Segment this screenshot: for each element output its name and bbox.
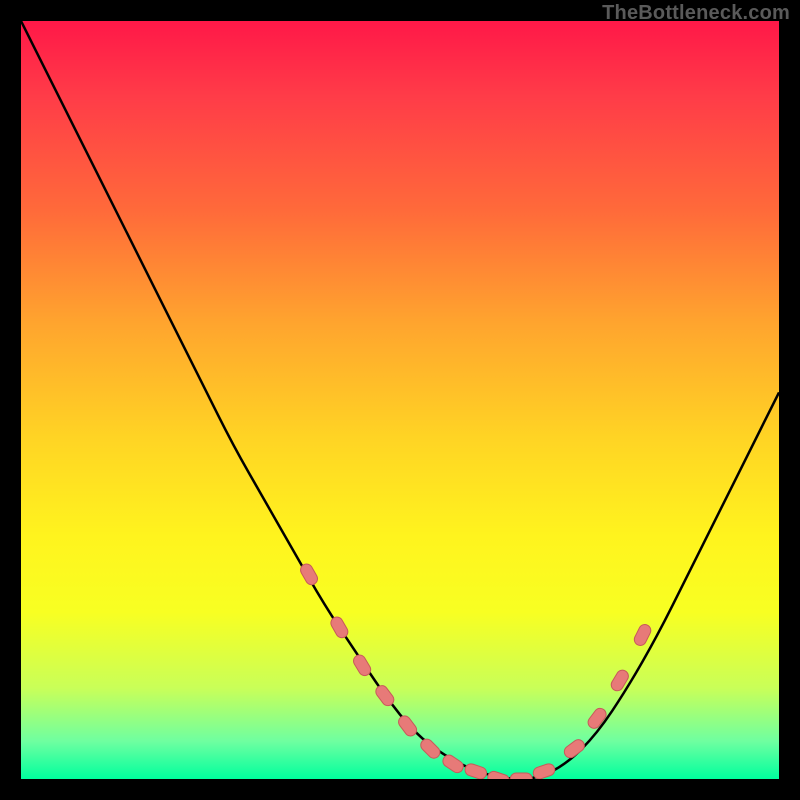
highlight-dot (562, 737, 587, 760)
bottleneck-curve (21, 21, 779, 779)
highlight-dot (418, 737, 442, 761)
chart-svg (21, 21, 779, 779)
watermark-text: TheBottleneck.com (602, 2, 790, 25)
highlight-dot (463, 762, 488, 779)
highlight-dot (532, 762, 557, 779)
highlight-dot (632, 622, 653, 647)
chart-plot-area (21, 21, 779, 779)
highlight-dot (510, 773, 532, 779)
highlight-dot (396, 714, 419, 739)
highlight-dot (329, 615, 350, 640)
highlight-dot (586, 706, 609, 731)
highlight-dot (486, 770, 511, 779)
highlight-dot (441, 753, 466, 775)
